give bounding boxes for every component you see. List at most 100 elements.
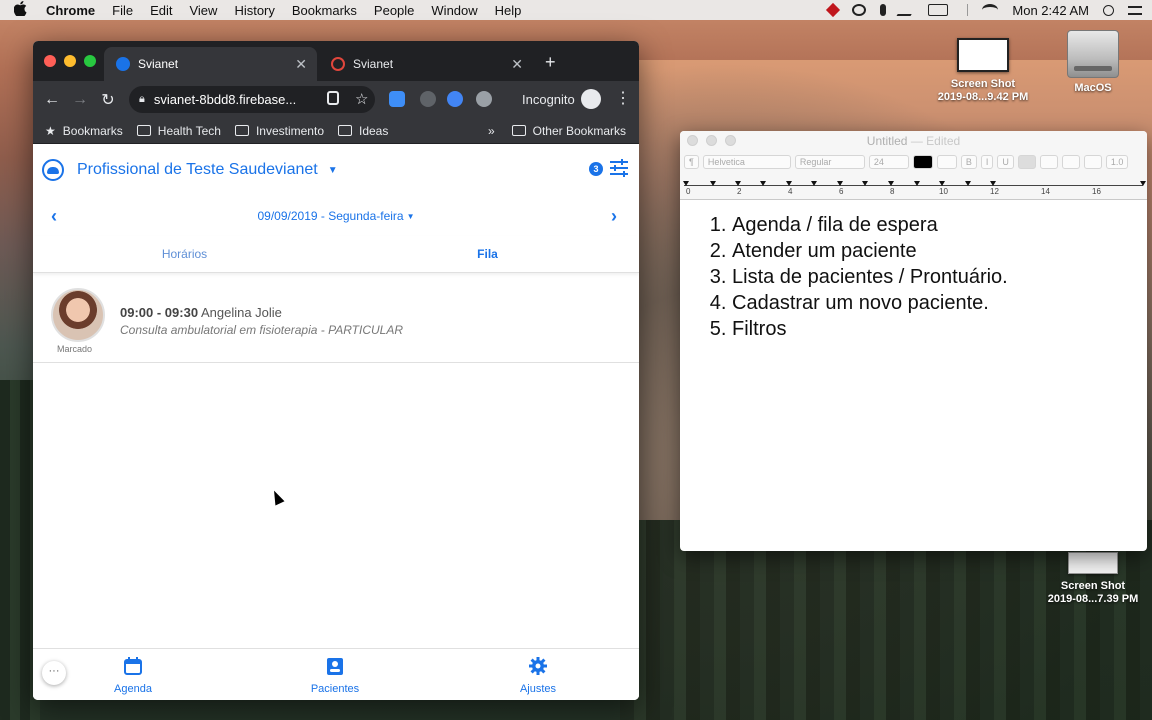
menu-app-chrome[interactable]: Chrome	[46, 3, 95, 18]
tab-stop-marker[interactable]	[862, 181, 868, 186]
extension-red-icon[interactable]	[420, 91, 436, 107]
line-spacing-select[interactable]: 1.0	[1105, 155, 1129, 169]
menu-people[interactable]: People	[374, 3, 414, 18]
tab-stop-marker[interactable]	[710, 181, 716, 186]
date-selector[interactable]: 09/09/2019 - Segunda-feira	[257, 209, 403, 223]
menu-view[interactable]: View	[189, 3, 217, 18]
tab-stop-marker[interactable]	[939, 181, 945, 186]
tab-stop-marker[interactable]	[990, 181, 996, 186]
tab-stop-marker[interactable]	[837, 181, 843, 186]
menu-clock[interactable]: Mon 2:42 AM	[1012, 3, 1089, 18]
status-red-diamond-icon[interactable]	[826, 2, 841, 18]
menu-edit[interactable]: Edit	[150, 3, 172, 18]
microphone-icon[interactable]	[880, 4, 887, 16]
extension-gray-icon[interactable]	[476, 91, 492, 107]
menu-window[interactable]: Window	[431, 3, 477, 18]
browser-tab-svianet-active[interactable]: Svianet ✕	[104, 47, 317, 81]
bookmark-folder-health-tech[interactable]: Health Tech	[136, 124, 221, 138]
font-size-select[interactable]: 24	[868, 155, 909, 169]
site-permission-icon[interactable]	[327, 91, 339, 105]
desktop-icon-screenshot-2[interactable]: Screen Shot 2019-08...7.39 PM	[1040, 552, 1146, 606]
tab-stop-marker[interactable]	[888, 181, 894, 186]
font-family-select[interactable]: Helvetica	[702, 155, 791, 169]
tab-fila[interactable]: Fila	[336, 236, 639, 272]
nav-agenda[interactable]: Agenda	[93, 656, 173, 695]
minimize-window-button[interactable]	[64, 55, 76, 67]
extension-p-icon[interactable]	[389, 91, 405, 107]
text-color-swatch[interactable]	[912, 155, 933, 169]
bookmark-folder-investimento[interactable]: Investimento	[234, 124, 324, 138]
menu-help[interactable]: Help	[495, 3, 522, 18]
bookmarks-star-item[interactable]: ★ Bookmarks	[45, 124, 123, 138]
back-button[interactable]: ←	[38, 91, 66, 109]
textedit-document-body[interactable]: Agenda / fila de espera Atender um pacie…	[680, 200, 1147, 342]
desktop-icon-macos-disk[interactable]: MacOS	[1060, 30, 1126, 95]
wifi-icon[interactable]	[982, 4, 999, 16]
zoom-window-button[interactable]	[84, 55, 96, 67]
spotlight-search-icon[interactable]	[1103, 4, 1114, 16]
tab-stop-marker[interactable]	[811, 181, 817, 186]
filter-sliders-icon[interactable]	[610, 159, 628, 177]
menu-bookmarks[interactable]: Bookmarks	[292, 3, 357, 18]
menu-history[interactable]: History	[234, 3, 274, 18]
more-options-button[interactable]: ···	[42, 661, 66, 685]
tab-stop-marker[interactable]	[786, 181, 792, 186]
nav-pacientes[interactable]: Pacientes	[295, 656, 375, 695]
chrome-menu-icon[interactable]: ⋮	[615, 88, 631, 108]
menu-file[interactable]: File	[112, 3, 133, 18]
bookmarks-overflow-button[interactable]: »	[488, 124, 495, 138]
incognito-icon[interactable]	[581, 89, 601, 109]
bookmark-star-icon[interactable]: ☆	[355, 90, 371, 108]
font-style-select[interactable]: Regular	[794, 155, 865, 169]
battery-icon[interactable]	[928, 4, 949, 16]
extension-blue-shield-icon[interactable]	[447, 91, 463, 107]
align-right-button[interactable]	[1061, 155, 1080, 169]
close-tab-icon[interactable]: ✕	[511, 56, 523, 73]
other-bookmarks-folder[interactable]: Other Bookmarks	[511, 124, 626, 138]
right-margin-marker[interactable]	[1140, 181, 1146, 186]
pen-status-icon[interactable]	[896, 4, 918, 16]
filter-count-badge[interactable]: 3	[589, 162, 603, 176]
tab-horarios[interactable]: Horários	[33, 236, 336, 272]
status-spiral-icon[interactable]	[852, 4, 867, 16]
bookmark-folder-ideas[interactable]: Ideas	[338, 124, 388, 138]
minimize-window-button[interactable]	[706, 135, 717, 146]
tab-stop-marker[interactable]	[735, 181, 741, 186]
apple-menu-icon[interactable]	[13, 1, 28, 19]
tab-stop-marker[interactable]	[760, 181, 766, 186]
textedit-window[interactable]: Untitled — Edited ¶ Helvetica Regular 24…	[680, 131, 1147, 551]
align-left-button[interactable]	[1017, 155, 1036, 169]
new-tab-button[interactable]: +	[545, 52, 556, 73]
italic-button[interactable]: I	[980, 155, 994, 169]
bluetooth-icon[interactable]	[962, 4, 969, 16]
close-window-button[interactable]	[687, 135, 698, 146]
tab-stop-marker[interactable]	[683, 181, 689, 186]
bold-button[interactable]: B	[960, 155, 977, 169]
textedit-ruler[interactable]: 0 2 4 6 8 10 12 14 16	[680, 173, 1147, 200]
close-window-button[interactable]	[44, 55, 56, 67]
forward-button[interactable]: →	[66, 91, 94, 109]
previous-day-button[interactable]: ‹	[51, 206, 57, 227]
justify-button[interactable]	[1083, 155, 1102, 169]
tab-stop-marker[interactable]	[965, 181, 971, 186]
browser-tab-svianet[interactable]: Svianet ✕	[319, 47, 533, 81]
chevron-down-icon[interactable]: ▼	[328, 165, 338, 176]
underline-button[interactable]: U	[997, 155, 1014, 169]
textedit-titlebar[interactable]: Untitled — Edited	[680, 131, 1147, 151]
next-day-button[interactable]: ›	[611, 206, 617, 227]
zoom-window-button[interactable]	[725, 135, 736, 146]
align-center-button[interactable]	[1039, 155, 1058, 169]
paragraph-style-select[interactable]: ¶	[684, 155, 699, 169]
highlight-color-swatch[interactable]	[936, 155, 957, 169]
notification-center-icon[interactable]	[1128, 5, 1142, 15]
reload-button[interactable]: ↻	[94, 90, 122, 110]
appointment-item[interactable]: Marcado 09:00 - 09:30 Angelina Jolie Con…	[33, 273, 639, 363]
nav-ajustes[interactable]: Ajustes	[498, 656, 578, 695]
incognito-label[interactable]: Incognito	[522, 92, 575, 107]
tab-stop-marker[interactable]	[914, 181, 920, 186]
lock-icon[interactable]: 🔒︎	[139, 93, 145, 106]
professional-selector[interactable]: Profissional de Teste Saudevianet	[77, 161, 318, 179]
close-tab-icon[interactable]: ✕	[295, 56, 307, 73]
desktop-icon-screenshot-1[interactable]: Screen Shot 2019-08...9.42 PM	[930, 38, 1036, 104]
date-dropdown-icon[interactable]: ▼	[407, 212, 415, 221]
